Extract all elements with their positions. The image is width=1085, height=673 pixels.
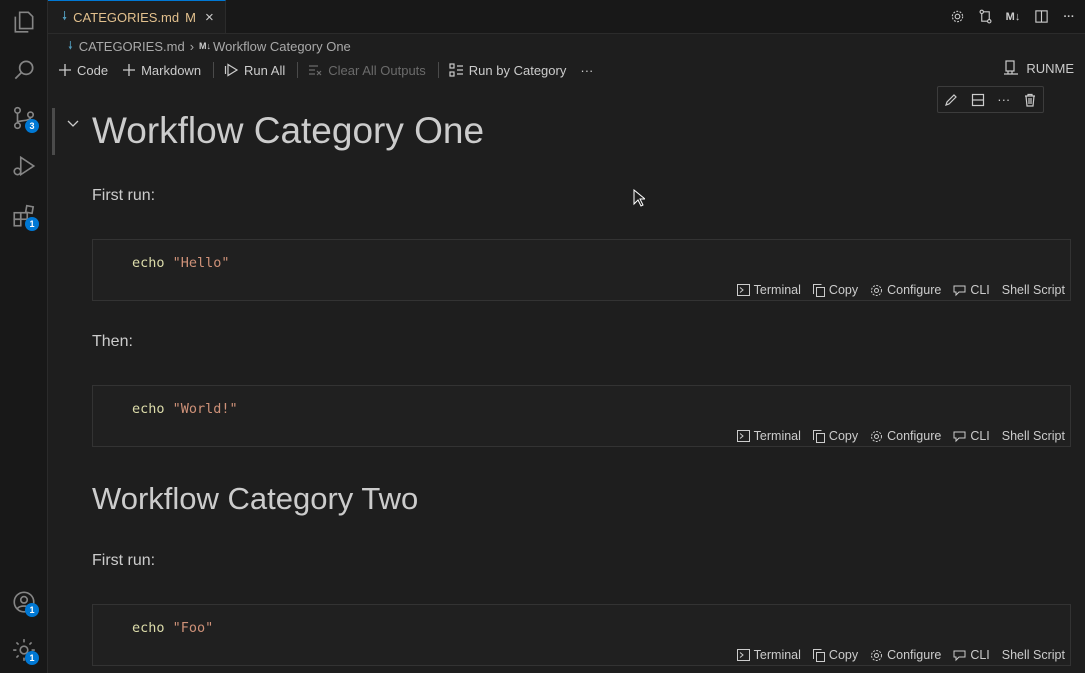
manage-badge: 1 bbox=[25, 651, 39, 665]
extensions-badge: 1 bbox=[25, 217, 39, 231]
split-editor-icon[interactable] bbox=[1033, 9, 1049, 25]
category-icon bbox=[449, 63, 463, 77]
code-line[interactable]: echo "Hello" bbox=[132, 255, 230, 271]
configure-button[interactable]: Configure bbox=[870, 283, 941, 297]
clear-all-icon bbox=[309, 65, 322, 76]
paragraph-first-run: First run: bbox=[92, 187, 156, 204]
chevron-right-icon: › bbox=[189, 38, 195, 54]
extensions-icon[interactable]: 1 bbox=[0, 196, 47, 236]
search-icon[interactable] bbox=[0, 50, 47, 90]
mouse-pointer-icon bbox=[633, 188, 647, 210]
gear-icon bbox=[871, 430, 883, 442]
paragraph-first-run: First run: bbox=[92, 552, 156, 569]
toolbar-more-icon[interactable]: ··· bbox=[580, 63, 593, 78]
run-debug-icon[interactable] bbox=[0, 146, 47, 186]
chevron-down-icon[interactable] bbox=[67, 116, 79, 131]
copy-button[interactable]: Copy bbox=[812, 648, 858, 662]
split-cell-icon[interactable] bbox=[971, 93, 985, 107]
markdown-file-icon: 🠗 bbox=[62, 8, 68, 23]
language-selector[interactable]: Shell Script bbox=[1002, 283, 1065, 297]
run-by-category-button[interactable]: Run by Category bbox=[449, 63, 566, 78]
copy-button[interactable]: Copy bbox=[812, 429, 858, 443]
toolbar-divider bbox=[437, 62, 439, 78]
markdown-preview-icon[interactable]: M↓ bbox=[1005, 9, 1021, 25]
paragraph-then: Then: bbox=[92, 333, 133, 350]
clear-all-outputs-button[interactable]: Clear All Outputs bbox=[308, 63, 426, 78]
manage-gear-icon[interactable]: 1 bbox=[0, 630, 47, 670]
terminal-button[interactable]: Terminal bbox=[736, 648, 801, 662]
markdown-heading-icon: M↓ bbox=[199, 41, 212, 51]
cell-focus-indicator bbox=[52, 108, 55, 155]
cell-status-bar: Terminal Copy Configure CLI Shell Script bbox=[725, 283, 1065, 297]
plus-icon bbox=[123, 64, 136, 76]
cell-more-icon[interactable]: ··· bbox=[997, 92, 1010, 107]
breadcrumb-heading[interactable]: Workflow Category One bbox=[213, 39, 351, 54]
gear-icon bbox=[871, 284, 883, 296]
cell-status-bar: Terminal Copy Configure CLI Shell Script bbox=[725, 429, 1065, 443]
tab-label: CATEGORIES.md bbox=[73, 9, 180, 25]
tab-categories-md[interactable]: 🠗 CATEGORIES.md M × bbox=[48, 0, 226, 33]
breadcrumb-file[interactable]: CATEGORIES.md bbox=[79, 39, 185, 54]
plus-icon bbox=[59, 64, 71, 76]
code-line[interactable]: echo "World!" bbox=[132, 401, 238, 417]
terminal-icon bbox=[736, 430, 750, 442]
run-all-button[interactable]: Run All bbox=[224, 63, 285, 78]
breadcrumb: 🠗 CATEGORIES.md › M↓ Workflow Category O… bbox=[68, 36, 351, 56]
open-changes-icon[interactable] bbox=[977, 9, 993, 25]
copy-icon bbox=[812, 429, 825, 443]
cli-button[interactable]: CLI bbox=[953, 283, 990, 297]
source-control-badge: 3 bbox=[25, 119, 39, 133]
cli-icon bbox=[953, 285, 966, 296]
language-selector[interactable]: Shell Script bbox=[1002, 429, 1065, 443]
code-cell[interactable]: echo "World!" Terminal Copy Configure CL… bbox=[92, 385, 1071, 447]
copy-icon bbox=[812, 648, 825, 662]
editor-actions: M↓ ··· bbox=[949, 0, 1077, 33]
edit-pencil-icon[interactable] bbox=[944, 93, 958, 107]
more-actions-icon[interactable]: ··· bbox=[1061, 9, 1077, 25]
settings-gear-icon[interactable] bbox=[949, 9, 965, 25]
code-cell[interactable]: echo "Hello" Terminal Copy Configure CLI… bbox=[92, 239, 1071, 301]
add-markdown-button[interactable]: Markdown bbox=[122, 63, 201, 78]
accounts-badge: 1 bbox=[25, 603, 39, 617]
add-code-button[interactable]: Code bbox=[58, 63, 108, 78]
cli-icon bbox=[953, 431, 966, 442]
source-control-icon[interactable]: 3 bbox=[0, 98, 47, 138]
explorer-icon[interactable] bbox=[0, 2, 47, 42]
copy-icon bbox=[812, 283, 825, 297]
language-selector[interactable]: Shell Script bbox=[1002, 648, 1065, 662]
cli-icon bbox=[953, 650, 966, 661]
configure-button[interactable]: Configure bbox=[870, 429, 941, 443]
heading-category-two: Workflow Category Two bbox=[92, 481, 419, 516]
terminal-button[interactable]: Terminal bbox=[736, 429, 801, 443]
configure-button[interactable]: Configure bbox=[870, 648, 941, 662]
toolbar-divider bbox=[213, 62, 215, 78]
close-icon[interactable]: × bbox=[205, 9, 214, 26]
terminal-button[interactable]: Terminal bbox=[736, 283, 801, 297]
editor-tabs: 🠗 CATEGORIES.md M × M↓ ··· bbox=[48, 0, 1085, 34]
code-line[interactable]: echo "Foo" bbox=[132, 620, 213, 636]
kernel-picker[interactable]: RUNME bbox=[1003, 60, 1074, 76]
heading-category-one: Workflow Category One bbox=[92, 110, 485, 151]
cli-button[interactable]: CLI bbox=[953, 429, 990, 443]
gear-icon bbox=[871, 649, 883, 661]
activity-bar: 3 1 1 1 bbox=[0, 0, 48, 673]
kernel-icon bbox=[1004, 60, 1019, 75]
modified-indicator: M bbox=[185, 9, 196, 25]
terminal-icon bbox=[736, 649, 750, 661]
terminal-icon bbox=[736, 284, 750, 296]
cell-toolbar: ··· bbox=[937, 86, 1044, 113]
notebook-toolbar: Code Markdown Run All Clear All Outputs … bbox=[58, 58, 1085, 82]
toolbar-divider bbox=[297, 62, 299, 78]
kernel-label: RUNME bbox=[1026, 60, 1074, 76]
copy-button[interactable]: Copy bbox=[812, 283, 858, 297]
code-cell[interactable]: echo "Foo" Terminal Copy Configure CLI S… bbox=[92, 604, 1071, 666]
cell-status-bar: Terminal Copy Configure CLI Shell Script bbox=[725, 648, 1065, 662]
run-all-icon bbox=[224, 63, 239, 77]
accounts-icon[interactable]: 1 bbox=[0, 582, 47, 622]
delete-trash-icon[interactable] bbox=[1023, 93, 1037, 107]
cli-button[interactable]: CLI bbox=[953, 648, 990, 662]
markdown-file-icon: 🠗 bbox=[68, 39, 73, 52]
